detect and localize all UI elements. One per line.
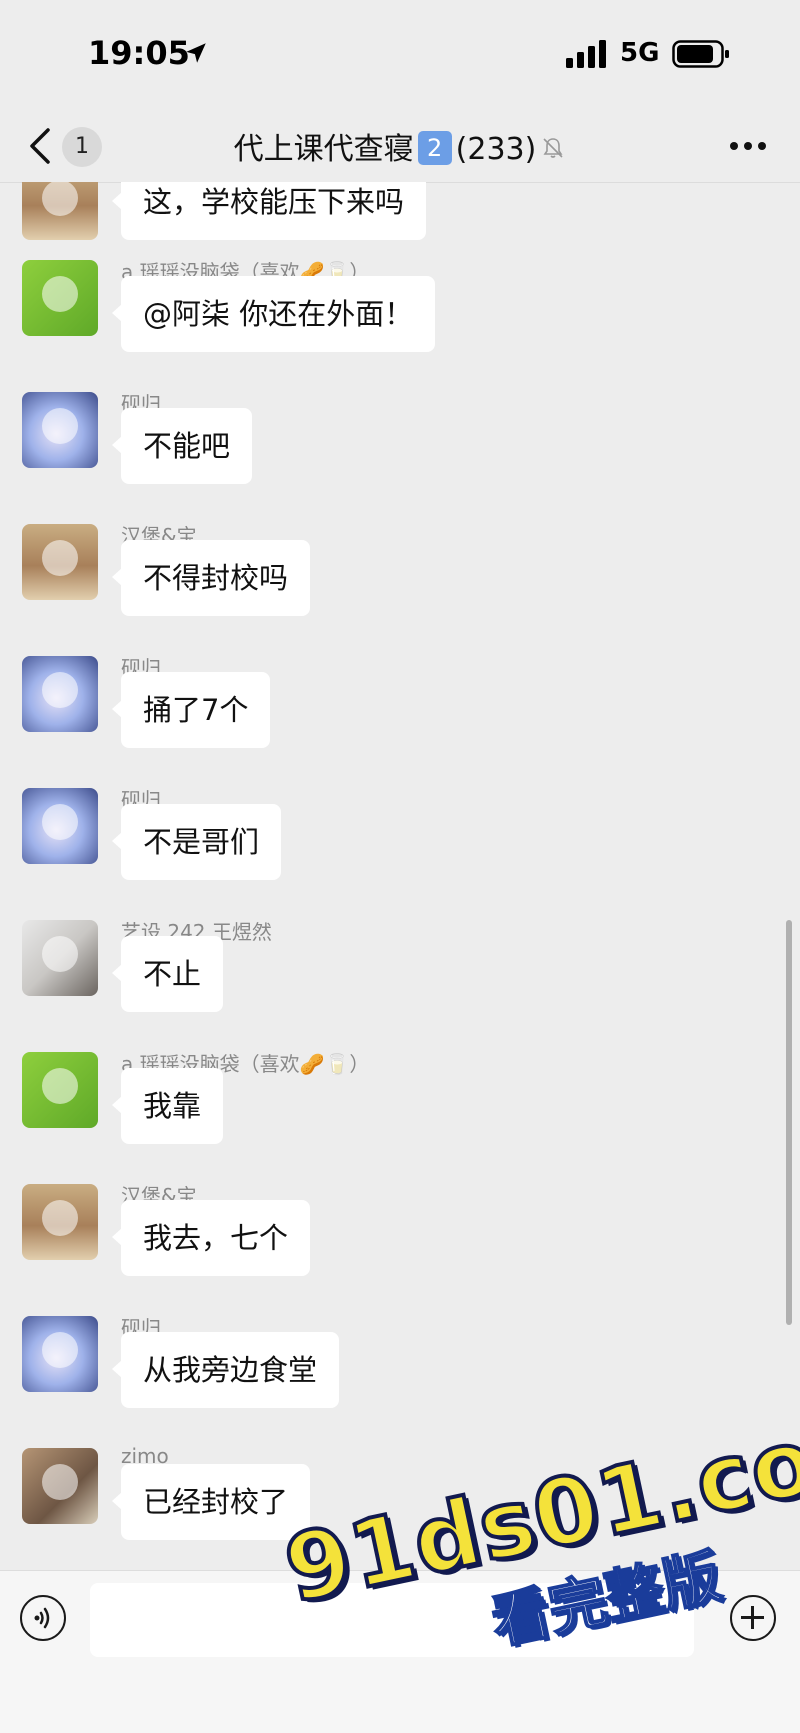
avatar[interactable]	[22, 788, 98, 864]
avatar[interactable]	[22, 260, 98, 336]
message-item: 砚归 不是哥们	[0, 784, 800, 904]
message-bubble[interactable]: 不是哥们	[111, 804, 282, 880]
avatar[interactable]	[22, 656, 98, 732]
voice-waves-icon	[34, 1607, 49, 1628]
status-time: 19:05	[88, 34, 190, 72]
avatar[interactable]	[22, 392, 98, 468]
message-item: 砚归 不能吧	[0, 388, 800, 508]
avatar[interactable]	[22, 182, 98, 240]
message-bubble[interactable]: 不能吧	[111, 408, 253, 484]
message-bubble[interactable]: 捅了7个	[111, 672, 271, 748]
message-list[interactable]: 这，学校能压下来吗 a.瑶瑶没脑袋（喜欢🥜🥛） @阿柒 你还在外面！ 砚归 不能…	[0, 182, 800, 1570]
chat-title-text: 代上课代查寝	[233, 132, 414, 167]
more-options-icon[interactable]	[728, 140, 768, 152]
message-item: 汉堡&宝 不得封校吗	[0, 520, 800, 640]
avatar[interactable]	[22, 1184, 98, 1260]
avatar[interactable]	[22, 1448, 98, 1524]
avatar[interactable]	[22, 920, 98, 996]
network-type: 5G	[620, 38, 660, 68]
mute-bell-icon	[543, 138, 563, 158]
message-bubble[interactable]: 我去，七个	[111, 1200, 311, 1276]
location-arrow-icon	[186, 43, 206, 63]
message-item: a.瑶瑶没脑袋（喜欢🥜🥛） 我靠	[0, 1048, 800, 1168]
battery-icon	[672, 40, 729, 68]
avatar[interactable]	[22, 1316, 98, 1392]
avatar[interactable]	[22, 524, 98, 600]
group-number-badge: 2	[417, 131, 452, 165]
message-bubble[interactable]: 我靠	[111, 1068, 224, 1144]
message-bubble[interactable]: 不得封校吗	[111, 540, 311, 616]
chat-title[interactable]: 代上课代查寝 2 (233)	[200, 124, 600, 168]
status-bar: 19:05 5G	[0, 0, 800, 110]
message-item: 汉堡&宝 我去，七个	[0, 1180, 800, 1300]
member-count: (233)	[455, 132, 537, 167]
message-item: 砚归 捅了7个	[0, 652, 800, 772]
message-bubble[interactable]: @阿柒 你还在外面！	[111, 276, 436, 352]
chat-header: 1 代上课代查寝 2 (233)	[0, 110, 800, 183]
message-bubble[interactable]: 不止	[111, 936, 224, 1012]
unread-count-badge[interactable]: 1	[62, 127, 102, 167]
cellular-signal-icon	[566, 40, 606, 68]
message-item: 这，学校能压下来吗	[0, 182, 800, 244]
message-bubble[interactable]: 这，学校能压下来吗	[111, 182, 427, 240]
message-item: a.瑶瑶没脑袋（喜欢🥜🥛） @阿柒 你还在外面！	[0, 256, 800, 376]
message-bubble[interactable]: 从我旁边食堂	[111, 1332, 340, 1408]
message-item: 艺设 242 王煜然 不止	[0, 916, 800, 1036]
voice-input-button[interactable]	[20, 1595, 66, 1641]
scrollbar[interactable]	[786, 920, 792, 1325]
avatar[interactable]	[22, 1052, 98, 1128]
back-chevron-icon[interactable]	[26, 126, 56, 166]
